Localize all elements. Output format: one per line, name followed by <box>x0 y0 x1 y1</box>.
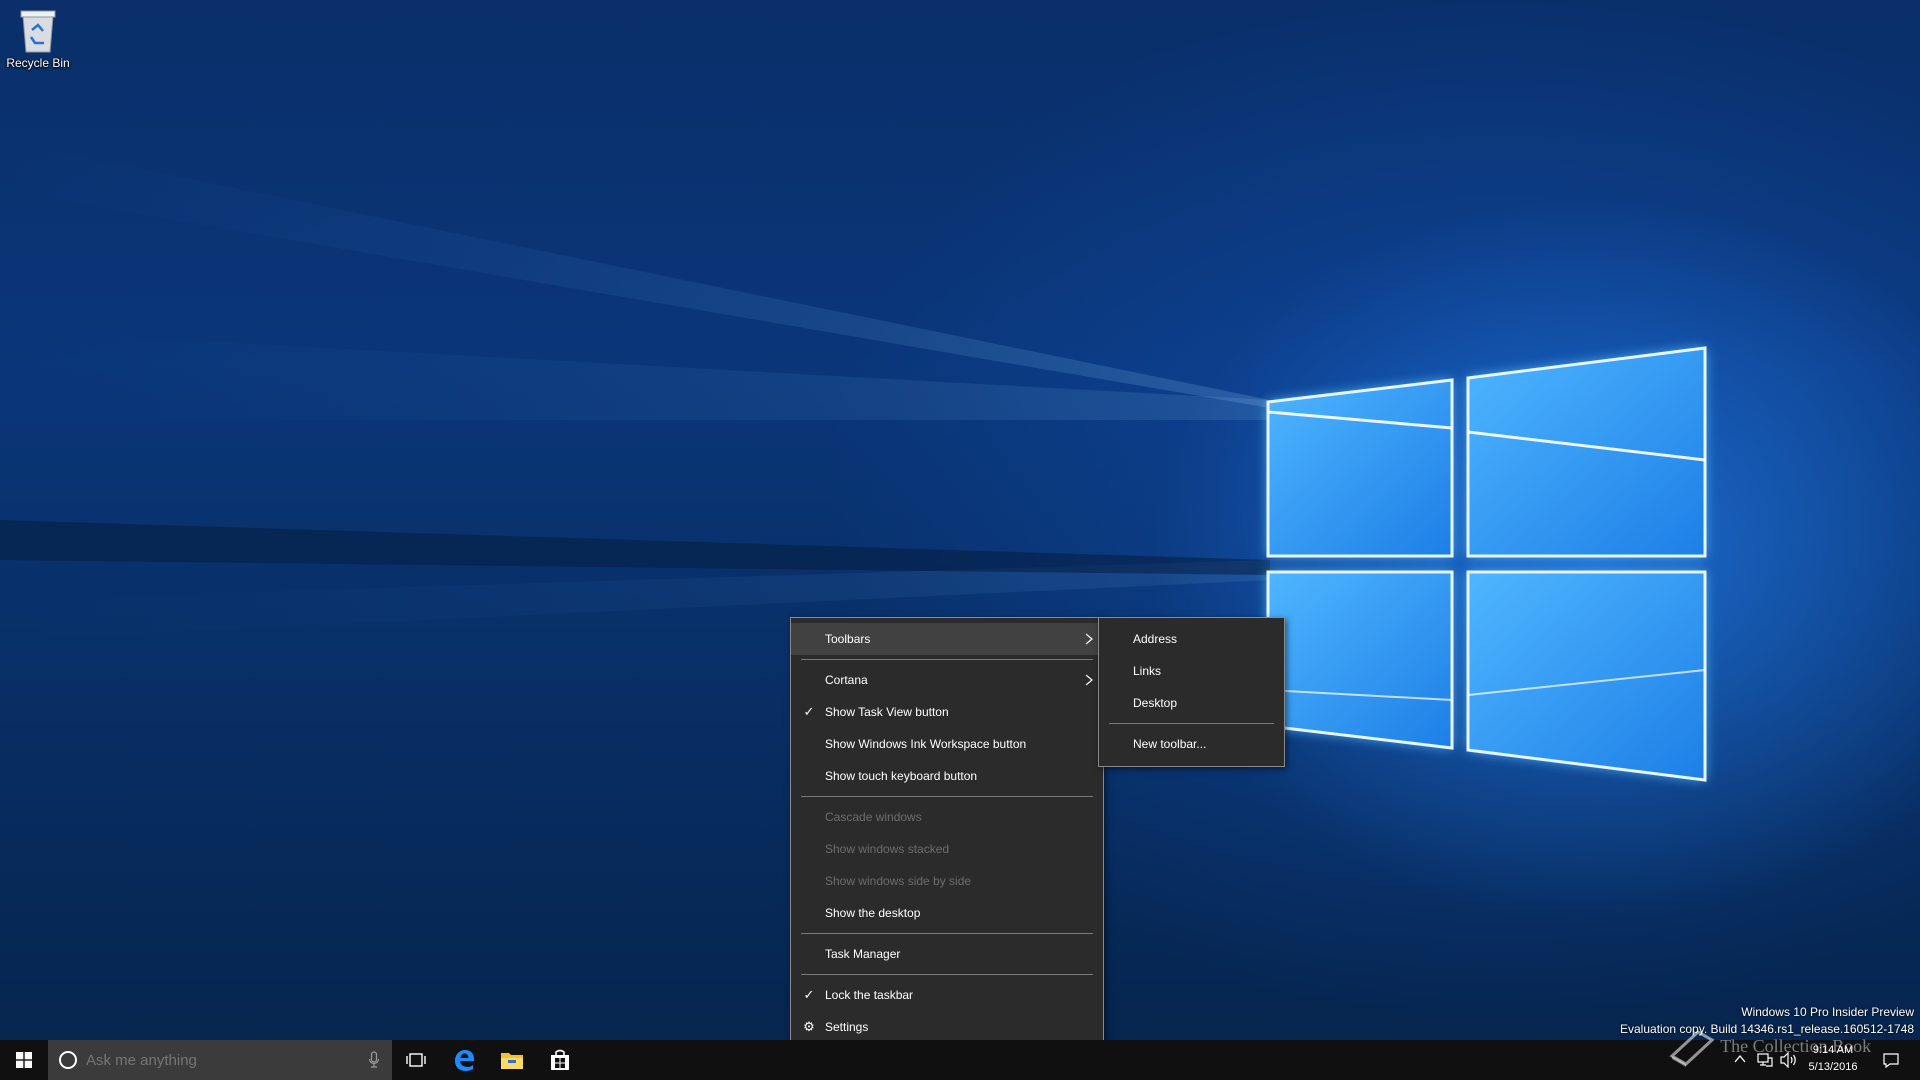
checkmark-icon: ✓ <box>803 987 815 1002</box>
recycle-bin-icon <box>20 10 56 53</box>
task-view-button[interactable] <box>392 1040 440 1080</box>
menu-item-task-manager[interactable]: Task Manager <box>791 938 1103 970</box>
menu-item-label: Show the desktop <box>825 906 921 920</box>
file-explorer-icon <box>501 1053 523 1069</box>
menu-item-label: Toolbars <box>825 632 871 646</box>
menu-item-lock-the-taskbar[interactable]: ✓ Lock the taskbar <box>791 979 1103 1011</box>
store-icon <box>551 1049 569 1070</box>
menu-separator <box>1109 723 1274 724</box>
menu-item-label: Settings <box>825 1020 869 1034</box>
menu-item-show-ink-workspace-button[interactable]: Show Windows Ink Workspace button <box>791 728 1103 760</box>
chevron-right-icon <box>1085 633 1093 645</box>
book-icon <box>1669 1030 1715 1067</box>
start-button[interactable] <box>0 1040 48 1080</box>
overlay-logo-text: The Collection Book <box>1720 1036 1872 1057</box>
cortana-search-box[interactable] <box>48 1040 392 1080</box>
overlay-logo: The Collection Book <box>1668 1028 1871 1068</box>
menu-item-label: Show windows stacked <box>825 842 950 856</box>
menu-item-label: Show Windows Ink Workspace button <box>825 737 1027 751</box>
gear-icon: ⚙ <box>803 1019 815 1034</box>
menu-item-label: Cortana <box>825 673 868 687</box>
search-input[interactable] <box>84 1050 358 1070</box>
menu-item-label: Address <box>1133 632 1178 646</box>
menu-item-label: New toolbar... <box>1133 737 1207 751</box>
submenu-item-address[interactable]: Address <box>1099 623 1284 655</box>
menu-separator <box>801 659 1093 660</box>
menu-item-label: Task Manager <box>825 947 901 961</box>
menu-item-show-windows-stacked: Show windows stacked <box>791 833 1103 865</box>
menu-item-toolbars[interactable]: Toolbars <box>791 623 1103 655</box>
windows-logo-icon <box>16 1052 32 1068</box>
menu-item-label: Lock the taskbar <box>825 988 914 1002</box>
chevron-right-icon <box>1085 674 1093 686</box>
submenu-item-desktop[interactable]: Desktop <box>1099 687 1284 719</box>
menu-item-cortana[interactable]: Cortana <box>791 664 1103 696</box>
task-view-icon <box>406 1053 426 1067</box>
menu-item-cascade-windows: Cascade windows <box>791 801 1103 833</box>
menu-item-label: Show windows side by side <box>825 874 972 888</box>
menu-item-show-task-view-button[interactable]: ✓ Show Task View button <box>791 696 1103 728</box>
taskbar[interactable]: 9:14 AM 5/13/2016 <box>0 1040 1920 1080</box>
menu-separator <box>801 974 1093 975</box>
menu-item-label: Show touch keyboard button <box>825 769 978 783</box>
submenu-item-new-toolbar[interactable]: New toolbar... <box>1099 728 1284 760</box>
checkmark-icon: ✓ <box>803 704 815 719</box>
desktop-icon-recycle-bin[interactable]: Recycle Bin <box>4 6 72 70</box>
action-center-icon[interactable] <box>1882 1052 1900 1068</box>
menu-item-label: Desktop <box>1133 696 1178 710</box>
desktop-icon-label: Recycle Bin <box>6 56 70 70</box>
edge-taskbar-button[interactable] <box>440 1040 488 1080</box>
submenu-item-links[interactable]: Links <box>1099 655 1284 687</box>
microphone-icon[interactable] <box>368 1051 380 1069</box>
menu-item-settings[interactable]: ⚙ Settings <box>791 1011 1103 1043</box>
taskbar-context-menu: Toolbars Cortana ✓ Show Task View button… <box>790 617 1104 1050</box>
cortana-circle-icon <box>59 1051 77 1069</box>
watermark-edition: Windows 10 Pro Insider Preview <box>1741 1005 1914 1019</box>
menu-separator <box>801 933 1093 934</box>
menu-separator <box>801 796 1093 797</box>
menu-item-label: Cascade windows <box>825 810 922 824</box>
menu-item-label: Links <box>1133 664 1162 678</box>
store-taskbar-button[interactable] <box>536 1040 584 1080</box>
edge-icon <box>455 1050 474 1071</box>
toolbars-submenu: Address Links Desktop New toolbar... <box>1098 617 1285 767</box>
menu-item-label: Show Task View button <box>825 705 949 719</box>
file-explorer-taskbar-button[interactable] <box>488 1040 536 1080</box>
menu-item-show-touch-keyboard-button[interactable]: Show touch keyboard button <box>791 760 1103 792</box>
menu-item-show-windows-side-by-side: Show windows side by side <box>791 865 1103 897</box>
menu-item-show-the-desktop[interactable]: Show the desktop <box>791 897 1103 929</box>
